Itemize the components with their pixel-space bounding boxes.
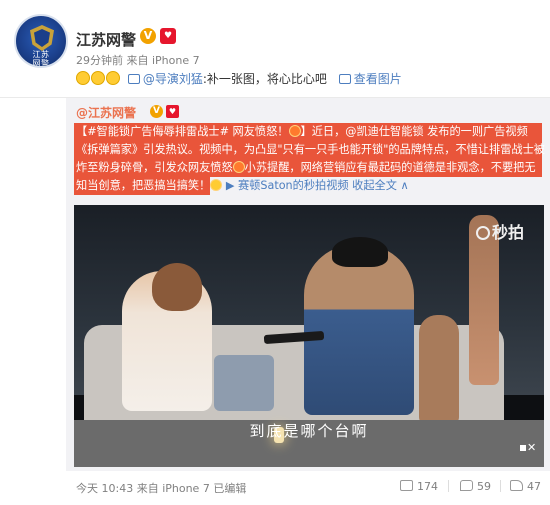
post-text-line: 【#智能锁广告侮辱排雷战士# 网友愤怒！ 】近日，@凯迪仕智能锁 发布的一则广告视…	[76, 123, 544, 141]
post-text-segment: 小苏提醒，网络营销应有最起码的道德是非观念，不要把无	[244, 161, 536, 174]
image-icon	[338, 74, 351, 84]
mute-icon[interactable]: ✕	[520, 441, 537, 455]
original-author-link[interactable]: @江苏网警	[76, 104, 136, 121]
angry-emoji-icon	[232, 161, 245, 173]
original-post-text: 【#智能锁广告侮辱排雷战士# 网友愤怒！ 】近日，@凯迪仕智能锁 发布的一则广告视…	[76, 123, 545, 195]
video-frame	[214, 355, 274, 411]
video-frame	[332, 237, 388, 267]
repost-count: 174	[417, 480, 438, 493]
comment-count: 59	[477, 480, 491, 493]
crying-emoji-icon	[106, 71, 120, 85]
footer-meta: 今天 10:43 来自 iPhone 7 已编辑	[76, 480, 246, 496]
speaker-icon	[520, 445, 526, 451]
avatar[interactable]: 江苏 网警	[14, 14, 68, 68]
avatar-label: 江苏 网警	[32, 50, 50, 68]
post-header: 江苏 网警 江苏网警 V ♥ 29分钟前 来自 iPhone 7 @导演刘猛:补一…	[0, 0, 550, 98]
repost-text: :补一张图，将心比心吧	[202, 72, 327, 86]
divider	[500, 480, 501, 492]
miaopai-watermark: 秒拍	[476, 219, 524, 243]
hashtag-link[interactable]: 【#智能锁广告侮辱排雷战士# 网友愤怒！	[76, 125, 289, 138]
video-frame	[152, 263, 202, 311]
post-text-segment: 炸至粉身碎骨，引发众网友愤怒	[76, 161, 233, 174]
repost-comment: @导演刘猛:补一张图，将心比心吧 查看图片	[76, 70, 402, 86]
post-text-line: 知当创意，把恶搞当搞笑！ ▶ 赛顿Saton的秒拍视频 收起全文 ∧	[76, 177, 544, 195]
video-subtitle: 到底是哪个台啊	[249, 422, 369, 440]
watermark-text: 秒拍	[492, 223, 525, 242]
comment-button[interactable]: 59	[460, 477, 491, 497]
video-frame	[419, 315, 459, 425]
post-text-segment: 知当创意，把恶搞当搞笑！	[76, 179, 211, 192]
post-text-segment: 】近日，@凯迪仕智能锁 发布的一则广告视频	[300, 125, 528, 138]
post-text-line: 《拆弹篇家》引发热议。视频中，为凸显"只有一只手也能开锁"的品牌特点，不惜让排雷…	[76, 141, 545, 159]
footer-time-source: 今天 10:43 来自 iPhone 7	[76, 482, 210, 495]
miaopai-logo-icon	[476, 226, 490, 240]
collapse-text-link[interactable]: 收起全文 ∧	[349, 179, 409, 192]
repost-icon	[400, 480, 413, 491]
like-count: 47	[527, 480, 541, 493]
verified-icon: V	[140, 28, 156, 44]
like-button[interactable]: 47	[510, 477, 541, 497]
video-link[interactable]: 赛顿Saton的秒拍视频	[238, 179, 349, 192]
video-link-icon: ▶	[222, 179, 238, 192]
post-meta: 29分钟前 来自 iPhone 7	[76, 54, 200, 67]
repost-button[interactable]: 174	[400, 477, 438, 497]
author-name[interactable]: 江苏网警	[76, 29, 136, 50]
crying-emoji-icon	[76, 71, 90, 85]
video-player[interactable]: 秒拍 到底是哪个台啊 ✕	[74, 205, 544, 467]
reposted-card: @江苏网警 V ♥ 【#智能锁广告侮辱排雷战士# 网友愤怒！ 】近日，@凯迪仕智能…	[66, 98, 550, 471]
member-heart-icon: ♥	[166, 105, 179, 118]
view-picture-link[interactable]: 查看图片	[354, 72, 402, 86]
edited-label[interactable]: 已编辑	[213, 482, 246, 495]
close-icon: ✕	[527, 441, 537, 454]
crying-emoji-icon	[91, 71, 105, 85]
video-frame	[304, 245, 414, 415]
thumbs-up-icon	[510, 480, 523, 491]
post-footer: 今天 10:43 来自 iPhone 7 已编辑 174 59 47	[0, 471, 550, 505]
verified-icon: V	[150, 105, 163, 118]
comment-icon	[460, 480, 473, 491]
angry-emoji-icon	[288, 125, 301, 137]
scared-emoji-icon	[210, 179, 223, 191]
member-heart-icon: ♥	[160, 28, 176, 44]
post-text-segment: 《拆弹篇家》引发热议。视频中，为凸显"只有一只手也能开锁"的品牌特点，不惜让排雷…	[76, 143, 545, 156]
mention-link[interactable]: @导演刘猛	[143, 72, 203, 86]
divider	[448, 480, 449, 492]
post-text-line: 炸至粉身碎骨，引发众网友愤怒 小苏提醒，网络营销应有最起码的道德是非观念，不要把无	[76, 159, 544, 177]
link-icon	[127, 74, 140, 84]
